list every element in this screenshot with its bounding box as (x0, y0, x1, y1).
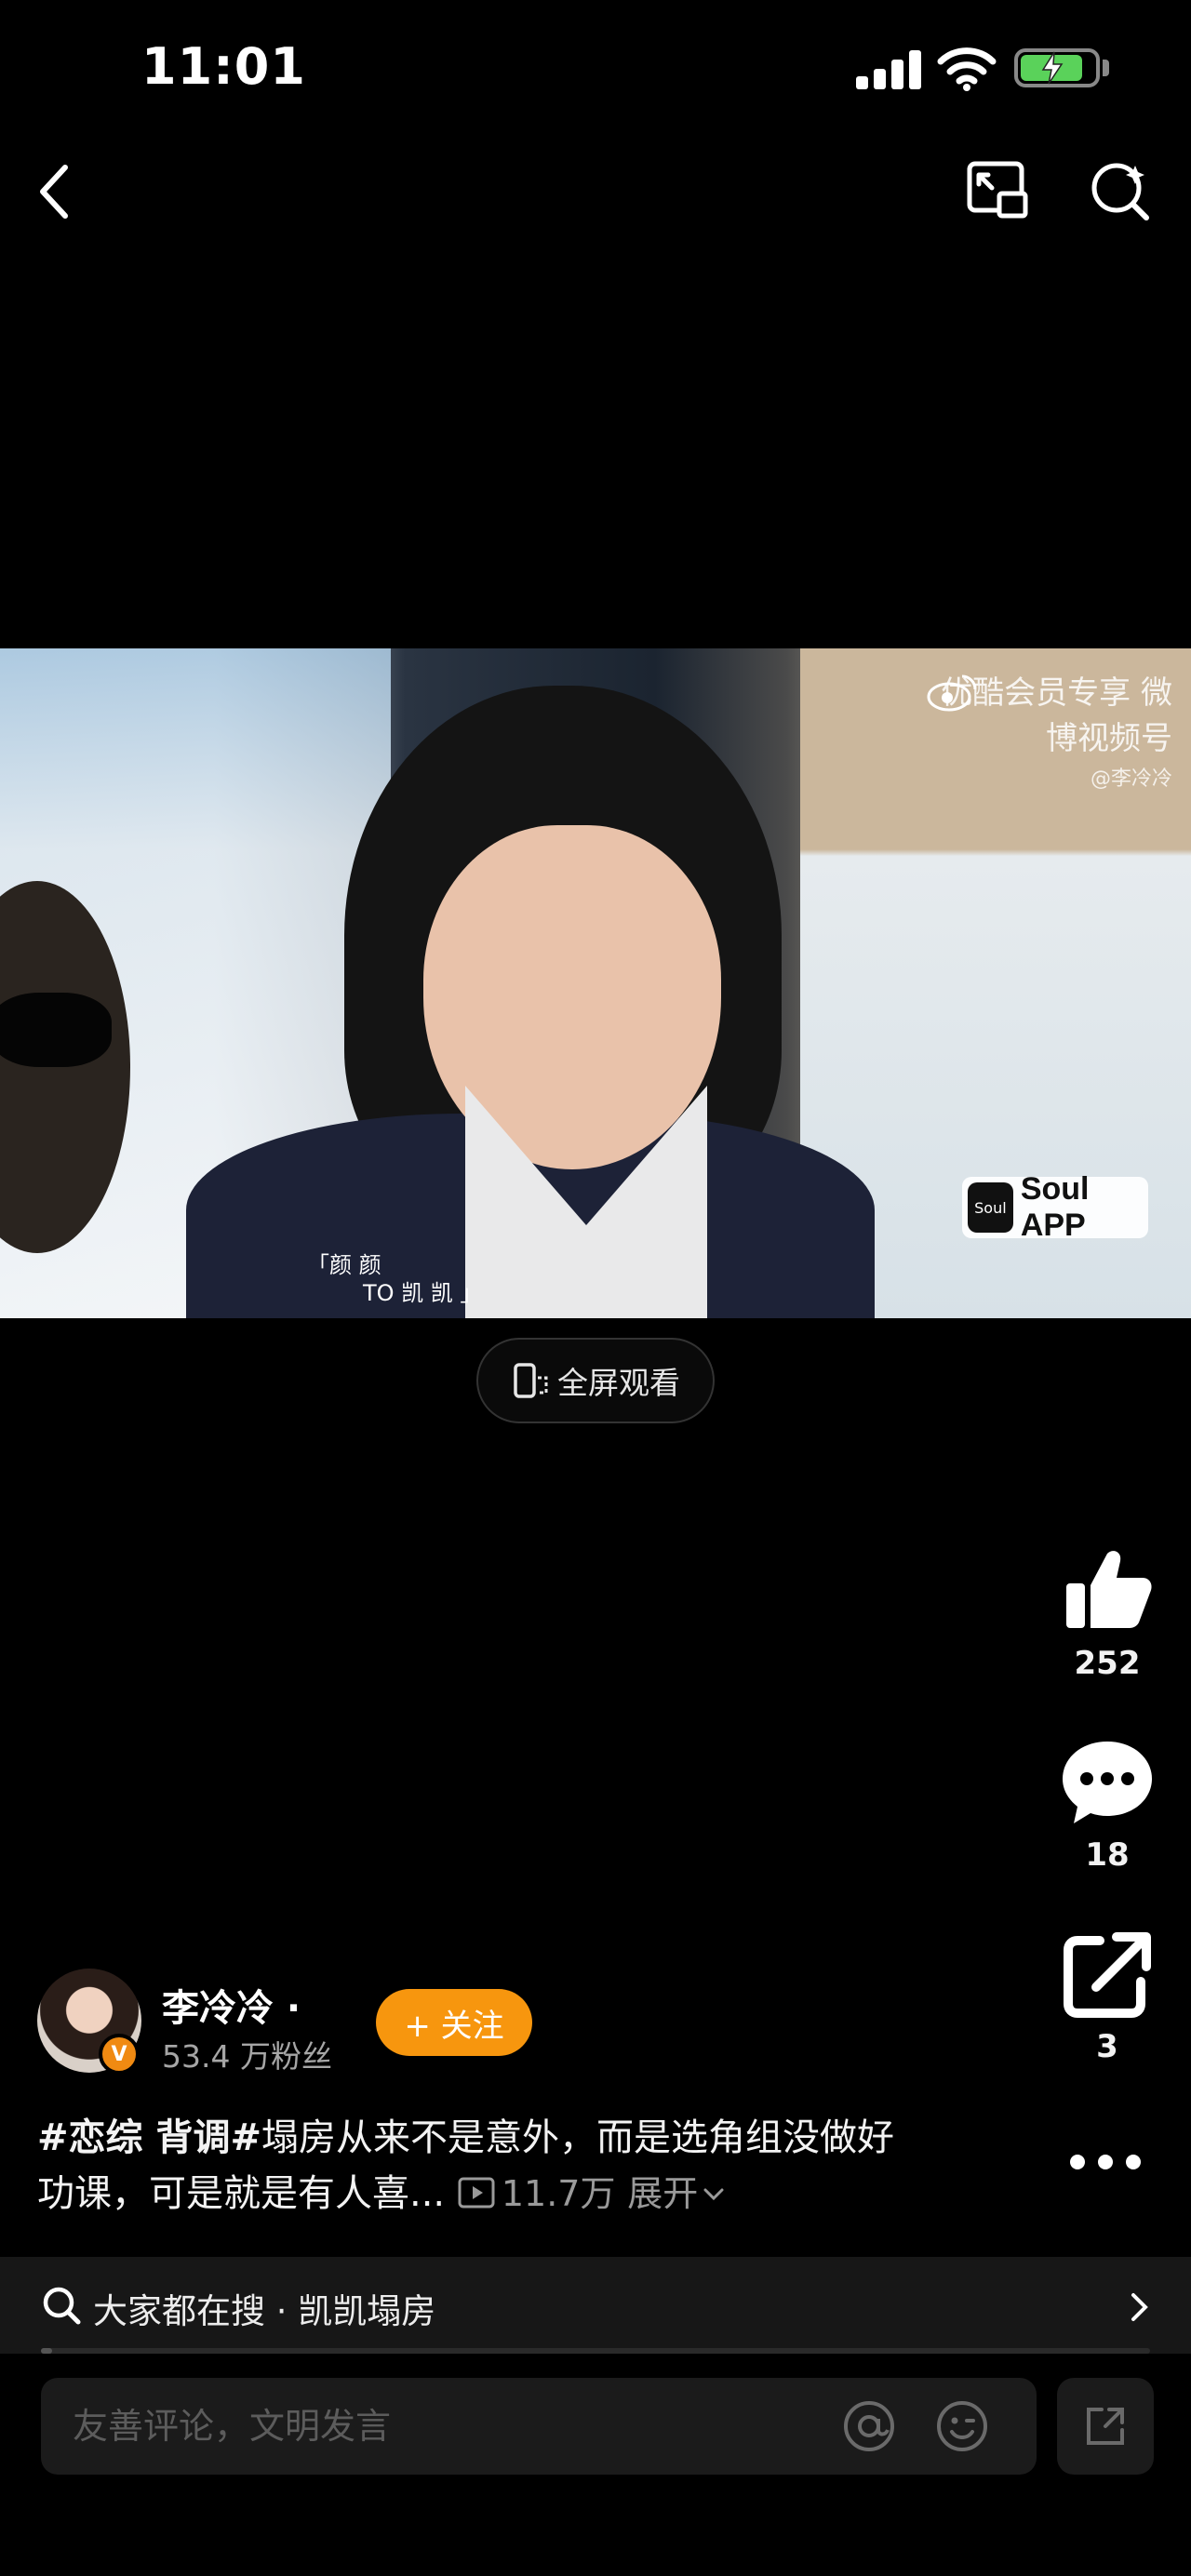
share-count: 3 (1096, 2028, 1118, 2065)
author-name[interactable]: 李冷冷 · (162, 1978, 301, 2032)
battery-icon (1014, 48, 1100, 87)
expand-comments-button[interactable] (1057, 2378, 1154, 2475)
expand-caption[interactable]: 展开 (627, 2173, 726, 2214)
rotate-phone-icon (514, 1363, 548, 1398)
search-icon (43, 2287, 81, 2325)
search-icon[interactable] (1087, 156, 1154, 223)
follow-button[interactable]: + 关注 (376, 1989, 532, 2056)
post-caption: #恋综 背调#塌房从来不是意外，而是选角组没做好功课，可是就是有人喜... 11… (37, 2110, 930, 2222)
comment-input-box[interactable] (41, 2378, 1037, 2475)
picture-in-picture-icon[interactable] (964, 156, 1031, 223)
watermark-handle: @李冷冷 (1090, 767, 1172, 791)
like-count: 252 (1074, 1645, 1141, 1682)
wifi-icon (937, 47, 997, 91)
subtitle-line2: TO 凯 凯 」 (363, 1280, 483, 1306)
video-progress-bar[interactable] (41, 2348, 1150, 2354)
comment-input[interactable] (73, 2400, 817, 2452)
soul-logo: Soul (968, 1182, 1013, 1233)
signal-icon (856, 48, 921, 89)
fullscreen-button[interactable]: 全屏观看 (476, 1338, 715, 1423)
status-bar: 11:01 (0, 0, 1191, 140)
soul-app-text: Soul APP (1020, 1171, 1090, 1243)
mention-icon[interactable] (841, 2398, 897, 2454)
video-progress-fill (41, 2348, 52, 2354)
video-subtitle: 「颜 颜 TO 凯 凯 」 (307, 1251, 482, 1307)
subtitle-line1: 「颜 颜 (307, 1252, 381, 1278)
share-icon (1064, 1932, 1151, 2018)
play-count-icon (458, 2177, 495, 2209)
back-icon[interactable] (28, 154, 84, 229)
trending-search-text: 大家都在搜 · 凯凯塌房 (93, 2291, 436, 2331)
more-options-icon[interactable] (1066, 2145, 1144, 2179)
share-button[interactable]: 3 (1051, 1926, 1163, 2065)
watermark-title: 优酷会员专享 微博视频号 (941, 674, 1172, 757)
trending-search-bar[interactable]: 大家都在搜 · 凯凯塌房 (0, 2257, 1191, 2354)
like-button[interactable]: 252 (1051, 1542, 1163, 1682)
expand-icon (1087, 2408, 1124, 2445)
caption-hashtag[interactable]: #恋综 背调# (37, 2116, 261, 2159)
verified-badge: V (99, 2034, 140, 2075)
soul-app-badge: Soul Soul APP (962, 1171, 1148, 1243)
author-fans: 53.4 万粉丝 (162, 2038, 332, 2075)
video-watermark: 优酷会员专享 微博视频号 @李冷冷 (930, 667, 1172, 792)
status-time: 11:01 (141, 37, 306, 96)
video-player[interactable]: 优酷会员专享 微博视频号 @李冷冷 Soul Soul APP 「颜 颜 TO … (0, 648, 1191, 1318)
comment-bubble-icon (1063, 1742, 1152, 1823)
video-sunglasses (0, 993, 112, 1067)
expand-label: 展开 (627, 2173, 699, 2214)
chevron-down-icon (703, 2188, 724, 2201)
battery-tip (1103, 60, 1109, 76)
play-count: 11.7万 (501, 2173, 616, 2214)
comment-button[interactable]: 18 (1051, 1734, 1163, 1874)
thumbs-up-icon (1066, 1551, 1152, 1628)
comment-count: 18 (1085, 1836, 1130, 1874)
emoji-icon[interactable] (934, 2398, 990, 2454)
fullscreen-label: 全屏观看 (557, 1365, 680, 1401)
chevron-right-icon (1131, 2293, 1148, 2321)
